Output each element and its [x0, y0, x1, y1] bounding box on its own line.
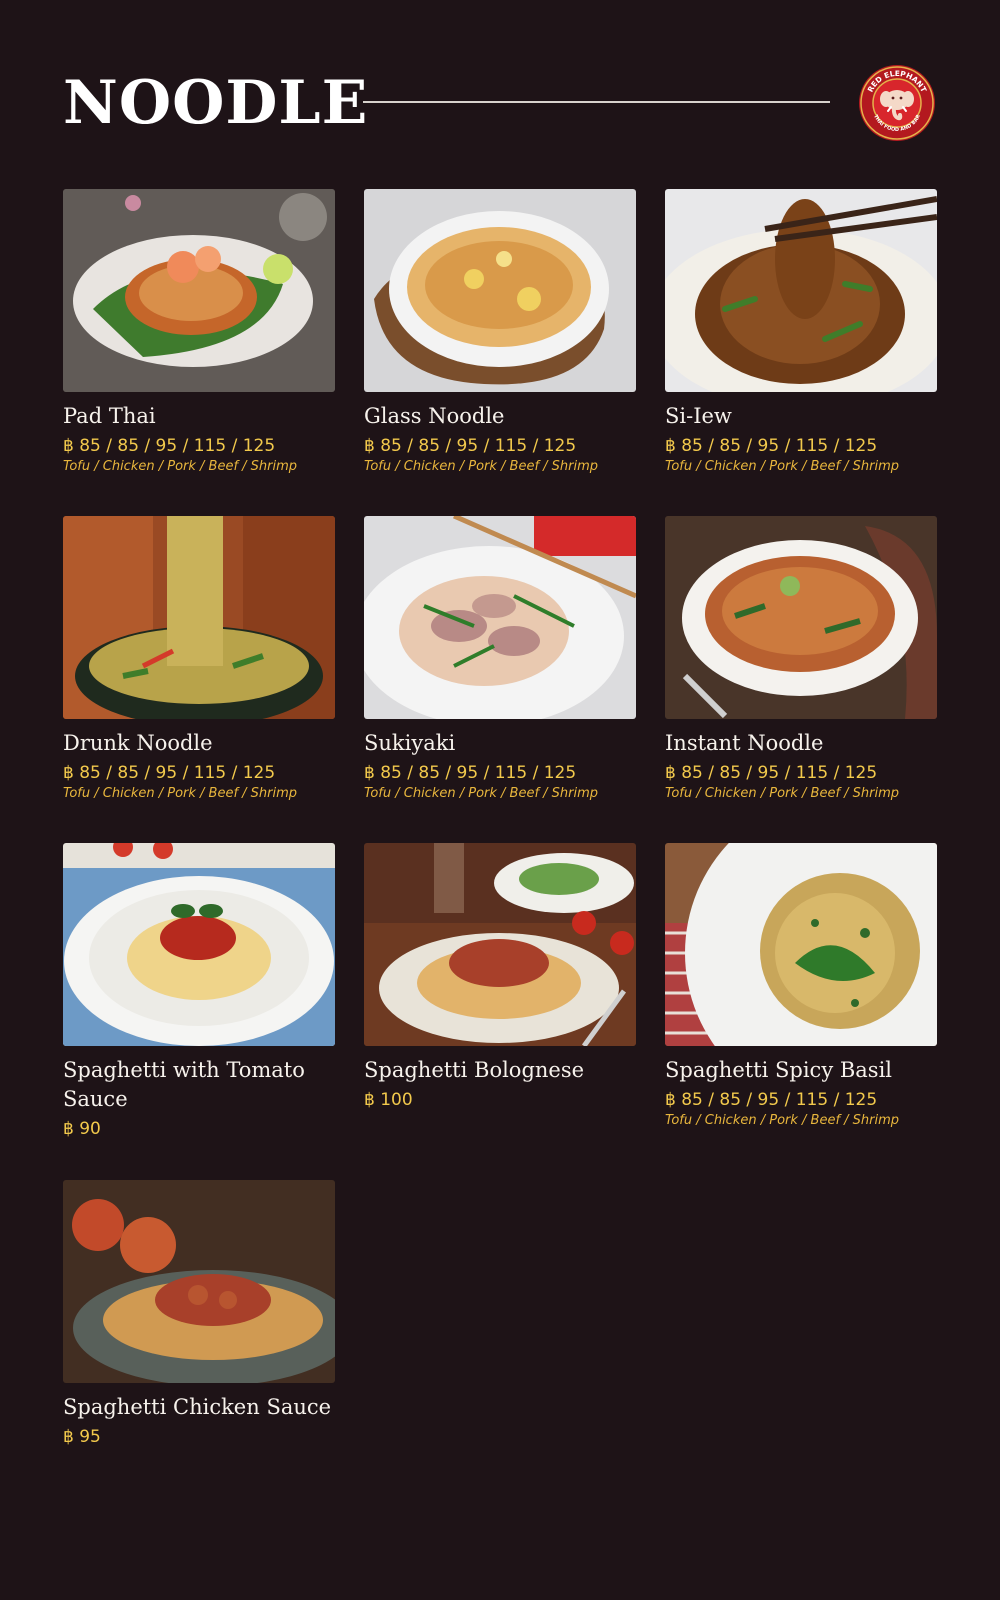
item-price: ฿ 100 [364, 1090, 413, 1110]
item-price: ฿ 85 / 85 / 95 / 115 / 125 [665, 1090, 878, 1110]
item-name: Sukiyaki [364, 731, 456, 755]
item-options: Tofu / Chicken / Pork / Beef / Shrimp [63, 786, 298, 801]
item-name: Glass Noodle [364, 404, 505, 428]
item-name: Spaghetti Chicken Sauce [63, 1395, 332, 1419]
menu-item-instant-noodle[interactable]: Instant Noodle ฿ 85 / 85 / 95 / 115 / 12… [665, 516, 937, 843]
item-options: Tofu / Chicken / Pork / Beef / Shrimp [63, 459, 298, 474]
menu-header: NOODLE RED ELEPHANT THAI FOOD AND BAR [63, 64, 937, 144]
sukiyaki-photo [364, 516, 636, 719]
si-iew-photo [665, 189, 937, 392]
item-price: ฿ 85 / 85 / 95 / 115 / 125 [364, 436, 577, 456]
title-divider [363, 101, 830, 103]
restaurant-logo: RED ELEPHANT THAI FOOD AND BAR [859, 65, 935, 141]
item-name: Si-Iew [665, 404, 732, 428]
item-price: ฿ 85 / 85 / 95 / 115 / 125 [364, 763, 577, 783]
item-price: ฿ 85 / 85 / 95 / 115 / 125 [63, 763, 276, 783]
pad-thai-photo [63, 189, 335, 392]
menu-item-sukiyaki[interactable]: Sukiyaki ฿ 85 / 85 / 95 / 115 / 125 Tofu… [364, 516, 636, 843]
instant-noodle-photo [665, 516, 937, 719]
menu-item-spaghetti-tomato[interactable]: Spaghetti with Tomato Sauce ฿ 90 [63, 843, 335, 1180]
item-price: ฿ 95 [63, 1427, 101, 1447]
item-options: Tofu / Chicken / Pork / Beef / Shrimp [665, 1113, 900, 1128]
menu-item-spaghetti-chicken-sauce[interactable]: Spaghetti Chicken Sauce ฿ 95 [63, 1180, 335, 1507]
menu-grid: Pad Thai ฿ 85 / 85 / 95 / 115 / 125 Tofu… [63, 189, 938, 1507]
item-name: Instant Noodle [665, 731, 824, 755]
menu-item-glass-noodle[interactable]: Glass Noodle ฿ 85 / 85 / 95 / 115 / 125 … [364, 189, 636, 516]
spaghetti-chicken-sauce-photo [63, 1180, 335, 1383]
page-title: NOODLE [63, 68, 369, 138]
item-price: ฿ 85 / 85 / 95 / 115 / 125 [665, 436, 878, 456]
spaghetti-spicy-basil-photo [665, 843, 937, 1046]
item-name: Spaghetti Bolognese [364, 1058, 585, 1082]
item-price: ฿ 90 [63, 1119, 101, 1139]
item-name: Spaghetti Spicy Basil [665, 1058, 893, 1082]
item-options: Tofu / Chicken / Pork / Beef / Shrimp [364, 786, 599, 801]
item-options: Tofu / Chicken / Pork / Beef / Shrimp [665, 459, 900, 474]
spaghetti-tomato-photo [63, 843, 335, 1046]
menu-item-pad-thai[interactable]: Pad Thai ฿ 85 / 85 / 95 / 115 / 125 Tofu… [63, 189, 335, 516]
item-name: Spaghetti with Tomato Sauce [63, 1058, 305, 1111]
menu-item-spaghetti-spicy-basil[interactable]: Spaghetti Spicy Basil ฿ 85 / 85 / 95 / 1… [665, 843, 937, 1180]
spaghetti-bolognese-photo [364, 843, 636, 1046]
item-price: ฿ 85 / 85 / 95 / 115 / 125 [665, 763, 878, 783]
item-name: Pad Thai [63, 404, 156, 428]
menu-item-spaghetti-bolognese[interactable]: Spaghetti Bolognese ฿ 100 [364, 843, 636, 1180]
item-name: Drunk Noodle [63, 731, 213, 755]
item-options: Tofu / Chicken / Pork / Beef / Shrimp [665, 786, 900, 801]
menu-item-si-iew[interactable]: Si-Iew ฿ 85 / 85 / 95 / 115 / 125 Tofu /… [665, 189, 937, 516]
glass-noodle-photo [364, 189, 636, 392]
menu-item-drunk-noodle[interactable]: Drunk Noodle ฿ 85 / 85 / 95 / 115 / 125 … [63, 516, 335, 843]
item-options: Tofu / Chicken / Pork / Beef / Shrimp [364, 459, 599, 474]
item-price: ฿ 85 / 85 / 95 / 115 / 125 [63, 436, 276, 456]
drunk-noodle-photo [63, 516, 335, 719]
